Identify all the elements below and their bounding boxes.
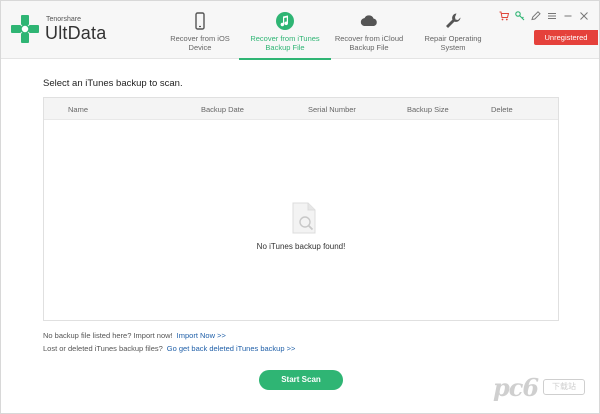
tab-recover-icloud[interactable]: Recover from iCloud Backup File <box>331 1 407 59</box>
wrench-icon <box>446 13 461 28</box>
phone-icon <box>195 12 205 30</box>
feedback-icon[interactable] <box>531 11 541 21</box>
watermark-logo: pc6 下载站 <box>493 373 589 402</box>
key-icon[interactable] <box>515 11 525 21</box>
close-icon[interactable] <box>579 11 589 21</box>
tab-repair-system[interactable]: Repair Operating System <box>411 1 495 59</box>
brand-product: UltData <box>45 23 107 43</box>
tab-repair-system-label: Repair Operating System <box>424 34 482 52</box>
minimize-icon[interactable] <box>563 11 573 21</box>
empty-state-message: No iTunes backup found! <box>256 242 346 251</box>
menu-icon[interactable] <box>547 11 557 21</box>
brand-company: Tenorshare <box>46 16 82 23</box>
tab-recover-itunes[interactable]: Recover from iTunes Backup File <box>239 1 331 60</box>
start-scan-button[interactable]: Start Scan <box>259 370 343 390</box>
backup-table: Name Backup Date Serial Number Backup Si… <box>43 97 559 321</box>
column-serial-number: Serial Number <box>308 105 356 114</box>
column-backup-date: Backup Date <box>201 105 244 114</box>
table-header: Name Backup Date Serial Number Backup Si… <box>44 98 558 120</box>
tab-recover-icloud-label: Recover from iCloud Backup File <box>334 34 404 52</box>
cloud-icon <box>360 15 377 26</box>
recover-deleted-hint-text: Lost or deleted iTunes backup files? <box>43 344 163 353</box>
import-hint: No backup file listed here? Import now! I… <box>43 331 226 340</box>
tab-recover-ios-label: Recover from iOS Device <box>170 34 230 52</box>
ultdata-logo-icon <box>11 15 39 43</box>
music-note-icon <box>276 12 294 30</box>
column-delete: Delete <box>491 105 513 114</box>
app-window: Tenorshare UltData Recover from iOS Devi… <box>0 0 600 414</box>
unregistered-badge[interactable]: Unregistered <box>534 30 598 45</box>
recover-deleted-hint: Lost or deleted iTunes backup files? Go g… <box>43 344 295 353</box>
cart-icon[interactable] <box>499 11 509 21</box>
tab-recover-itunes-label: Recover from iTunes Backup File <box>250 34 320 52</box>
column-backup-size: Backup Size <box>407 105 449 114</box>
column-name: Name <box>68 105 89 114</box>
recover-deleted-link[interactable]: Go get back deleted iTunes backup >> <box>167 344 296 353</box>
page-title: Select an iTunes backup to scan. <box>43 78 183 89</box>
import-now-link[interactable]: Import Now >> <box>177 331 226 340</box>
watermark-text: pc6 <box>493 373 539 402</box>
import-hint-text: No backup file listed here? Import now! <box>43 331 173 340</box>
tab-recover-ios[interactable]: Recover from iOS Device <box>161 1 239 59</box>
window-controls <box>499 10 589 22</box>
empty-file-search-icon <box>292 202 316 234</box>
watermark-box: 下载站 <box>543 379 585 395</box>
header-bar: Tenorshare UltData Recover from iOS Devi… <box>1 1 599 60</box>
